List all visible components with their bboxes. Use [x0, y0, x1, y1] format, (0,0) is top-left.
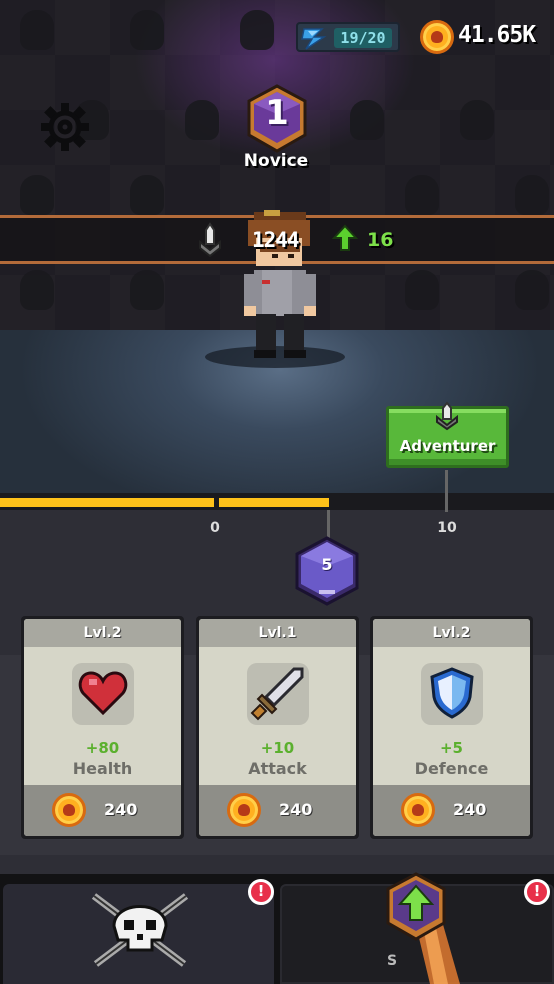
card-bonus: +80	[85, 739, 120, 757]
card-stat: Health	[72, 759, 133, 778]
skull-crossed-swords-icon	[91, 893, 189, 967]
coin-icon	[401, 793, 435, 827]
skull-tile	[20, 270, 54, 310]
rank-number: 1	[265, 93, 289, 133]
skull-tile	[515, 175, 549, 215]
progress-marker	[445, 470, 448, 512]
rank-title: Novice	[243, 151, 309, 171]
upgrade-arrow-icon	[386, 872, 446, 941]
nav-tab-upgrade-label: S	[387, 953, 398, 969]
sword-icon	[250, 667, 304, 721]
card-level: Lvl.1	[258, 625, 297, 641]
progress-min-label: 0	[210, 520, 220, 536]
gear-icon[interactable]	[38, 100, 92, 154]
skull-tile	[130, 10, 164, 50]
card-level: Lvl.2	[432, 625, 471, 641]
skull-tile	[130, 175, 164, 215]
card-price-bar[interactable]: 240	[24, 785, 181, 836]
card-price: 240	[453, 800, 487, 819]
gem-count: 5	[321, 555, 333, 574]
sword-power-icon	[199, 222, 221, 258]
skull-tile	[515, 270, 549, 310]
lightning-icon	[301, 28, 327, 50]
class-button-label: Adventurer	[399, 437, 496, 455]
card-body: Lvl.2 +5 Defence 240	[373, 619, 530, 836]
skull-tile	[405, 270, 439, 310]
level-progress-fill	[0, 498, 214, 507]
coin-total: 41.65K	[458, 22, 536, 48]
notification-badge: !	[524, 879, 550, 905]
skull-tile	[130, 270, 164, 310]
notification-badge: !	[248, 879, 274, 905]
skull-tile	[350, 100, 384, 140]
card-header: Lvl.2	[373, 619, 530, 647]
skull-tile	[460, 100, 494, 140]
progress-max-label: 10	[437, 520, 457, 536]
card-price-bar[interactable]: 240	[373, 785, 530, 836]
card-bonus: +10	[260, 739, 295, 757]
coin-icon	[52, 793, 86, 827]
health-upgrade-card[interactable]: Lvl.2 +80 Health 240	[21, 616, 184, 839]
power-value: 1244	[252, 228, 300, 252]
card-stat: Attack	[248, 759, 307, 778]
card-body: Lvl.2 +80 Health 240	[24, 619, 181, 836]
card-price: 240	[104, 800, 138, 819]
card-bonus: +5	[439, 739, 463, 757]
skull-tile	[20, 10, 54, 50]
card-level: Lvl.2	[83, 625, 122, 641]
coin-icon	[420, 20, 454, 54]
level-progress-fill-segment	[219, 498, 329, 507]
adventurer-class-button[interactable]: Adventurer	[386, 401, 509, 468]
card-price-bar[interactable]: 240	[199, 785, 356, 836]
energy-counter[interactable]: 19/20	[296, 22, 400, 52]
coin-icon	[227, 793, 261, 827]
skull-tile	[240, 10, 274, 50]
progress-current-marker	[327, 510, 330, 538]
card-body: Lvl.1 +10 Attack 240	[199, 619, 356, 836]
skull-tile	[20, 175, 54, 215]
power-gain: 16	[367, 229, 394, 251]
skull-tile	[185, 100, 219, 140]
skull-tile	[405, 175, 439, 215]
sword-class-icon	[436, 401, 458, 431]
arrow-up-icon	[332, 224, 358, 251]
card-header: Lvl.2	[24, 619, 181, 647]
card-price: 240	[279, 800, 313, 819]
card-stat: Defence	[414, 759, 489, 778]
attack-upgrade-card[interactable]: Lvl.1 +10 Attack 240	[196, 616, 359, 839]
heart-icon	[78, 671, 128, 716]
defence-upgrade-card[interactable]: Lvl.2 +5 Defence 240	[370, 616, 533, 839]
energy-value: 19/20	[334, 28, 392, 48]
shield-icon	[430, 667, 474, 719]
card-header: Lvl.1	[199, 619, 356, 647]
